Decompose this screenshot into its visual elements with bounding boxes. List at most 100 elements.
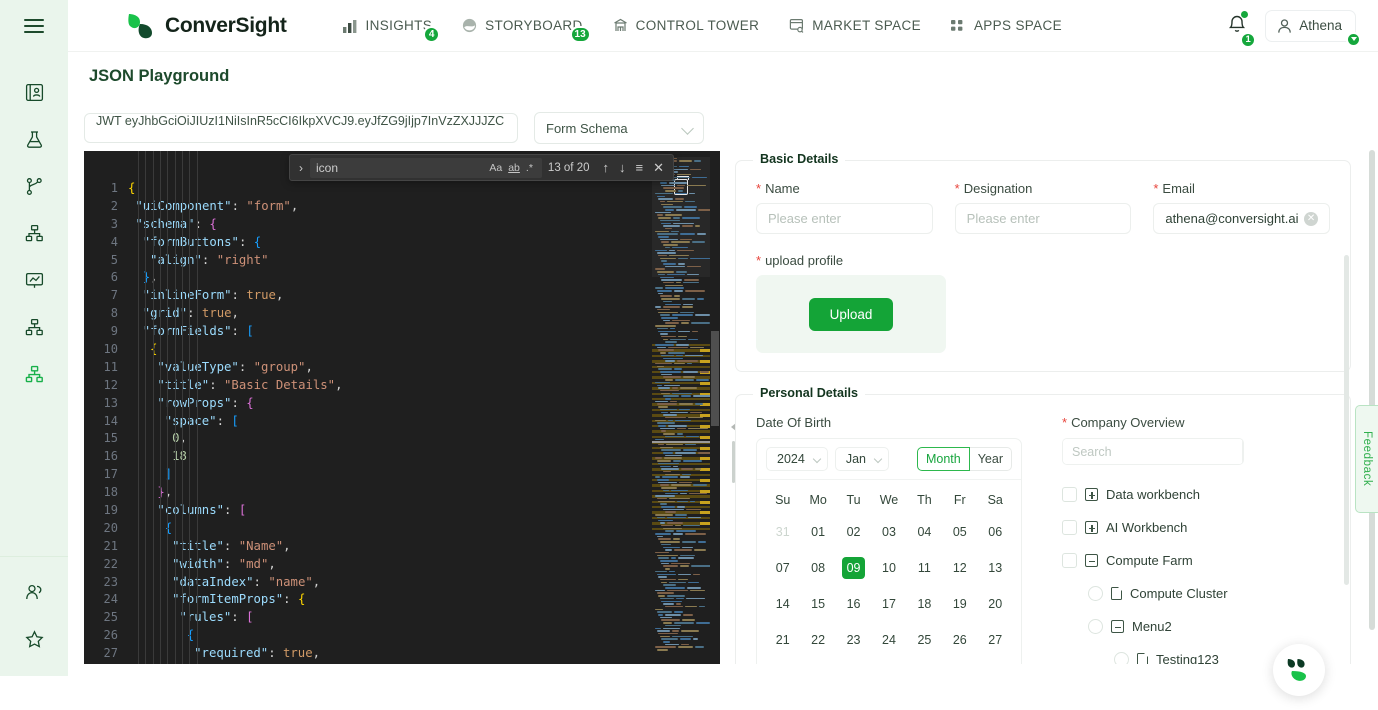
- code-line[interactable]: 18},: [84, 483, 720, 501]
- nav-item-insights[interactable]: INSIGHTS 4: [342, 18, 441, 43]
- code-line[interactable]: 19 "columns": [: [84, 501, 720, 519]
- form-panel-scrollbar[interactable]: [1344, 255, 1349, 664]
- nav-item-apps-space[interactable]: APPS SPACE: [950, 18, 1062, 33]
- calendar-day-cell[interactable]: 31: [765, 514, 800, 550]
- whole-word-icon[interactable]: ab: [505, 162, 523, 174]
- code-line[interactable]: 17]: [84, 465, 720, 483]
- calendar-day-cell[interactable]: 03: [871, 514, 906, 550]
- rail-item-people[interactable]: [17, 577, 51, 607]
- tree-node-checkbox[interactable]: [1114, 652, 1129, 664]
- jwt-token-input[interactable]: JWT eyJhbGciOiJIUzI1NiIsInR5cCI6IkpXVCJ9…: [84, 113, 518, 143]
- code-line[interactable]: 11 "valueType": "group",: [84, 358, 720, 376]
- calendar-day-cell[interactable]: 01: [800, 514, 835, 550]
- calendar-day-cell[interactable]: 31: [871, 658, 906, 664]
- chevron-right-icon[interactable]: ›: [292, 161, 310, 175]
- code-line[interactable]: 2 "uiComponent": "form",: [84, 197, 720, 215]
- calendar-day-cell[interactable]: 14: [765, 586, 800, 622]
- chat-assistant-button[interactable]: [1273, 644, 1325, 696]
- calendar-day-cell[interactable]: 02: [836, 514, 871, 550]
- upload-dropzone[interactable]: Upload: [756, 275, 946, 353]
- collapse-minus-icon[interactable]: [1111, 620, 1124, 633]
- clear-icon[interactable]: ✕: [1304, 211, 1319, 226]
- collapse-minus-icon[interactable]: [1085, 554, 1098, 567]
- tree-node[interactable]: Menu2: [1062, 610, 1330, 643]
- nav-item-market-space[interactable]: MARKET SPACE: [789, 18, 921, 33]
- calendar-day-cell[interactable]: 11: [907, 550, 942, 586]
- tree-node[interactable]: Compute Cluster: [1062, 577, 1330, 610]
- calendar-day-cell[interactable]: 20: [978, 586, 1013, 622]
- code-line[interactable]: 25 "rules": [: [84, 608, 720, 626]
- match-case-icon[interactable]: Aa: [486, 162, 505, 174]
- code-line[interactable]: 26{: [84, 626, 720, 644]
- code-line[interactable]: 27 "required": true,: [84, 644, 720, 662]
- code-line[interactable]: 10{: [84, 340, 720, 358]
- calendar-day-cell[interactable]: 27: [978, 622, 1013, 658]
- rail-item-branch-flow[interactable]: [17, 171, 51, 201]
- rail-item-json-playground[interactable]: [17, 359, 51, 389]
- calendar-day-cell[interactable]: 08: [800, 550, 835, 586]
- calendar-day-cell[interactable]: 02: [942, 658, 977, 664]
- editor-scrollbar-thumb[interactable]: [711, 331, 719, 426]
- calendar-day-cell[interactable]: 09: [836, 550, 871, 586]
- calendar-day-cell[interactable]: 12: [942, 550, 977, 586]
- feedback-tab[interactable]: Feedback: [1355, 405, 1378, 513]
- code-line[interactable]: 4 "formButtons": {: [84, 233, 720, 251]
- expand-plus-icon[interactable]: [1085, 488, 1098, 501]
- page-scrollbar-thumb[interactable]: [1369, 150, 1375, 630]
- calendar-day-cell[interactable]: 19: [942, 586, 977, 622]
- calendar-day-cell[interactable]: 17: [871, 586, 906, 622]
- notifications-button[interactable]: 1: [1223, 9, 1257, 48]
- editor-minimap[interactable]: [652, 151, 710, 664]
- schema-type-select[interactable]: Form Schema: [534, 112, 704, 144]
- tree-node-checkbox[interactable]: [1088, 619, 1103, 634]
- find-input-box[interactable]: icon Aa ab .*: [310, 157, 542, 178]
- name-input[interactable]: Please enter: [756, 203, 933, 234]
- brand-logo[interactable]: ConverSight: [126, 12, 287, 40]
- search-button[interactable]: [1242, 439, 1243, 464]
- rail-item-sitemap-alt[interactable]: [17, 312, 51, 342]
- nav-item-control-tower[interactable]: CONTROL TOWER: [613, 18, 760, 33]
- code-line[interactable]: 14 "space": [: [84, 412, 720, 430]
- find-input[interactable]: icon: [316, 161, 486, 175]
- code-line[interactable]: 3 "schema": {: [84, 215, 720, 233]
- tree-node-checkbox[interactable]: [1062, 553, 1077, 568]
- code-line[interactable]: 22 "width": "md",: [84, 555, 720, 573]
- email-input[interactable]: athena@conversight.ai ✕: [1153, 203, 1331, 234]
- calendar-month-select[interactable]: Jan: [834, 447, 889, 471]
- editor-scrollbar[interactable]: [710, 151, 720, 664]
- code-line[interactable]: 21 "title": "Name",: [84, 537, 720, 555]
- find-in-selection-button[interactable]: ≡: [631, 160, 649, 175]
- calendar-mode-year[interactable]: Year: [969, 447, 1012, 471]
- rail-item-favorites[interactable]: [17, 624, 51, 654]
- calendar-day-cell[interactable]: 10: [871, 550, 906, 586]
- code-line[interactable]: 9 "formFields": [: [84, 322, 720, 340]
- calendar-day-cell[interactable]: 15: [800, 586, 835, 622]
- rail-item-sitemap[interactable]: [17, 218, 51, 248]
- tree-node[interactable]: Compute Farm: [1062, 544, 1330, 577]
- rail-item-presentation[interactable]: [17, 265, 51, 295]
- code-line[interactable]: 24 "formItemProps": {: [84, 590, 720, 608]
- tree-node-checkbox[interactable]: [1088, 586, 1103, 601]
- form-panel-scrollbar-thumb[interactable]: [1344, 255, 1349, 585]
- calendar-mode-month[interactable]: Month: [916, 447, 970, 471]
- calendar-day-cell[interactable]: 06: [978, 514, 1013, 550]
- code-line[interactable]: 20 {: [84, 519, 720, 537]
- find-close-button[interactable]: ✕: [648, 160, 669, 176]
- rail-item-agenda[interactable]: [17, 77, 51, 107]
- user-menu-button[interactable]: Athena: [1265, 9, 1361, 47]
- tree-node[interactable]: AI Workbench: [1062, 511, 1330, 544]
- calendar-day-cell[interactable]: 22: [800, 622, 835, 658]
- calendar-day-cell[interactable]: 25: [907, 622, 942, 658]
- tree-node[interactable]: Data workbench: [1062, 478, 1330, 511]
- calendar-day-cell[interactable]: 29: [800, 658, 835, 664]
- json-code-editor[interactable]: 1{2 "uiComponent": "form", 3 "schema": {4 "f…: [84, 151, 720, 664]
- tree-node-checkbox[interactable]: [1062, 487, 1077, 502]
- calendar-day-cell[interactable]: 30: [836, 658, 871, 664]
- code-line[interactable]: 15 0,: [84, 429, 720, 447]
- calendar-day-cell[interactable]: 23: [836, 622, 871, 658]
- calendar-day-cell[interactable]: 18: [907, 586, 942, 622]
- calendar-year-select[interactable]: 2024: [766, 447, 828, 471]
- calendar-day-cell[interactable]: 21: [765, 622, 800, 658]
- find-next-button[interactable]: ↓: [614, 160, 631, 175]
- calendar-day-cell[interactable]: 26: [942, 622, 977, 658]
